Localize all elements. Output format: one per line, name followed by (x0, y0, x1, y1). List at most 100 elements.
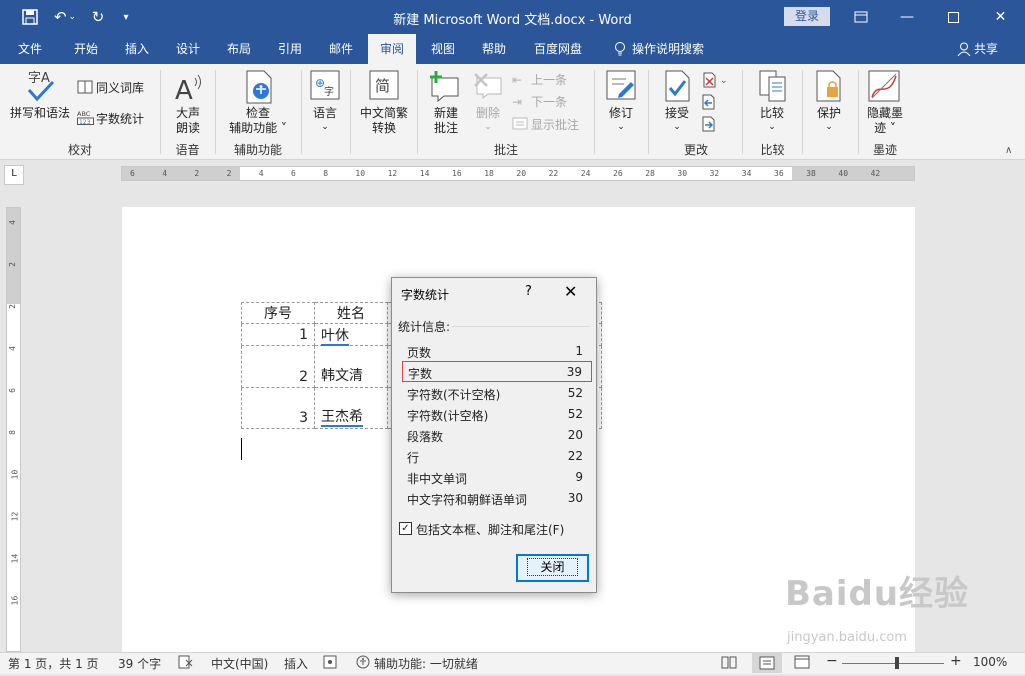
language-status[interactable]: 中文(中国) (211, 655, 268, 672)
chinese-conversion-line1[interactable]: 中文简繁 (356, 106, 412, 120)
ribbon-display-icon[interactable] (838, 0, 884, 34)
accessibility-status[interactable]: 辅助功能: 一切就绪 (374, 655, 478, 672)
user-icon[interactable] (955, 34, 973, 64)
hide-ink-line2[interactable]: 迹 ˅ (862, 121, 908, 135)
web-layout-icon[interactable] (794, 655, 810, 672)
close-button[interactable]: 关闭 (516, 554, 589, 582)
compare-button[interactable]: 比较 (752, 106, 792, 120)
tab-insert[interactable]: 插入 (113, 34, 161, 64)
include-textboxes-label[interactable]: 包括文本框、脚注和尾注(F) (416, 521, 564, 538)
stat-value: 1 (575, 344, 583, 358)
chinese-conversion-icon: 简 (369, 70, 399, 103)
zoom-level[interactable]: 100% (973, 655, 1007, 669)
table-cell-name[interactable]: 叶休 (321, 327, 349, 346)
thesaurus-button[interactable]: 同义词库 (96, 81, 144, 95)
ruler-tick-label: 20 (516, 169, 527, 178)
stat-label: 行 (407, 451, 420, 465)
close-icon[interactable]: ✕ (564, 282, 577, 301)
collapse-ribbon-icon[interactable]: ∧ (1005, 145, 1012, 156)
protect-dropdown-icon[interactable]: ⌄ (809, 120, 849, 134)
spelling-grammar-button[interactable]: 拼写和语法 (4, 106, 76, 120)
stat-label: 字符数(计空格) (407, 409, 489, 423)
tab-design[interactable]: 设计 (164, 34, 212, 64)
accept-change-button[interactable]: 接受 (656, 106, 698, 120)
hide-ink-line1[interactable]: 隐藏墨 (862, 106, 908, 120)
zoom-in-icon[interactable]: + (950, 653, 962, 669)
proofing-status-icon[interactable] (178, 655, 194, 672)
tab-references[interactable]: 引用 (266, 34, 314, 64)
language-dropdown-icon[interactable]: ⌄ (305, 120, 345, 134)
track-changes-dropdown-icon[interactable]: ⌄ (601, 120, 641, 134)
language-button[interactable]: 语言 (305, 106, 345, 120)
close-window-icon[interactable]: ✕ (976, 0, 1025, 34)
share-button[interactable]: 共享 (974, 34, 1008, 64)
page-count[interactable]: 第 1 页，共 1 页 (8, 655, 99, 672)
table-cell-number[interactable]: 3 (241, 387, 315, 429)
insert-mode[interactable]: 插入 (284, 655, 308, 672)
protect-button[interactable]: 保护 (809, 106, 849, 120)
reject-change-icon[interactable]: ⌄ (702, 72, 730, 91)
previous-change-icon[interactable] (702, 94, 716, 113)
tab-selector[interactable]: L (4, 165, 24, 185)
tab-baidu-netdisk[interactable]: 百度网盘 (526, 34, 590, 64)
wordcount-button[interactable]: 字数统计 (96, 112, 144, 126)
new-comment-line1[interactable]: 新建 (424, 106, 468, 120)
stat-value: 9 (575, 470, 583, 484)
print-layout-icon[interactable] (752, 653, 782, 673)
read-aloud-line1[interactable]: 大声 (168, 106, 208, 120)
stat-value: 52 (567, 386, 583, 400)
tab-home[interactable]: 开始 (62, 34, 110, 64)
close-button-label[interactable]: 关闭 (527, 558, 578, 576)
stat-value: 52 (567, 407, 583, 421)
next-change-icon[interactable] (702, 116, 716, 135)
new-comment-line2[interactable]: 批注 (424, 121, 468, 135)
minimize-icon[interactable]: — (884, 0, 930, 34)
tab-help[interactable]: 帮助 (470, 34, 518, 64)
zoom-slider-thumb[interactable] (895, 657, 899, 669)
accessibility-check-line1[interactable]: 检查 (222, 106, 294, 120)
zoom-slider[interactable] (842, 663, 944, 664)
tab-layout[interactable]: 布局 (215, 34, 263, 64)
table-cell-name[interactable]: 王杰希 (321, 409, 363, 427)
read-mode-icon[interactable] (721, 655, 737, 672)
include-textboxes-checkbox[interactable]: ✓ (399, 522, 412, 535)
macro-icon[interactable] (323, 655, 339, 672)
tab-review[interactable]: 审阅 (368, 34, 416, 64)
accessibility-status-icon[interactable] (356, 655, 372, 672)
table-header-number[interactable]: 序号 (241, 302, 315, 324)
read-aloud-line2[interactable]: 朗读 (168, 121, 208, 135)
maximize-icon[interactable] (930, 0, 976, 34)
lightbulb-icon[interactable] (610, 34, 630, 64)
next-comment-button[interactable]: 下一条 (531, 95, 567, 109)
accessibility-check-line2[interactable]: 辅助功能 ˅ (222, 121, 294, 135)
compare-dropdown-icon[interactable]: ⌄ (752, 120, 792, 134)
tab-view[interactable]: 视图 (419, 34, 467, 64)
tell-me-search[interactable]: 操作说明搜索 (632, 34, 722, 64)
vertical-ruler[interactable]: 4 2 2 4 6 8 10 12 14 16 (6, 207, 21, 652)
spelling-icon: 字A (26, 68, 56, 105)
ruler-tick-label: 12 (387, 169, 398, 178)
delete-comment-button[interactable]: 删除 (470, 106, 506, 120)
tab-mailings[interactable]: 邮件 (317, 34, 365, 64)
track-changes-button[interactable]: 修订 (601, 106, 641, 120)
delete-dropdown-icon[interactable]: ⌄ (470, 120, 506, 134)
ruler-tick-label: 2 (194, 169, 200, 178)
horizontal-ruler[interactable]: 6 4 2 2 4 6 8 10 12 14 16 18 20 22 24 26 28 30 32 34 36 38 40 4… (121, 166, 915, 181)
table-cell-number[interactable]: 2 (241, 345, 315, 388)
previous-comment-button[interactable]: 上一条 (531, 73, 567, 87)
table-header-name[interactable]: 姓名 (314, 302, 388, 324)
group-accessibility-label: 辅助功能 (233, 143, 282, 157)
table-cell-name[interactable]: 韩文清 (314, 345, 388, 388)
tab-file[interactable]: 文件 (6, 34, 54, 64)
zoom-out-icon[interactable]: − (826, 653, 838, 669)
accept-dropdown-icon[interactable]: ⌄ (656, 120, 698, 134)
help-icon[interactable]: ? (525, 284, 532, 299)
table-cell-number[interactable]: 1 (241, 323, 315, 346)
chinese-conversion-line2[interactable]: 转换 (356, 121, 412, 135)
word-count[interactable]: 39 个字 (118, 655, 161, 672)
vertical-scrollbar[interactable] (1008, 187, 1025, 652)
show-comments-button[interactable]: 显示批注 (531, 118, 579, 132)
ruler-tick-label: 4 (7, 346, 17, 351)
login-button[interactable]: 登录 (784, 7, 830, 26)
stat-label: 非中文单词 (407, 472, 468, 486)
